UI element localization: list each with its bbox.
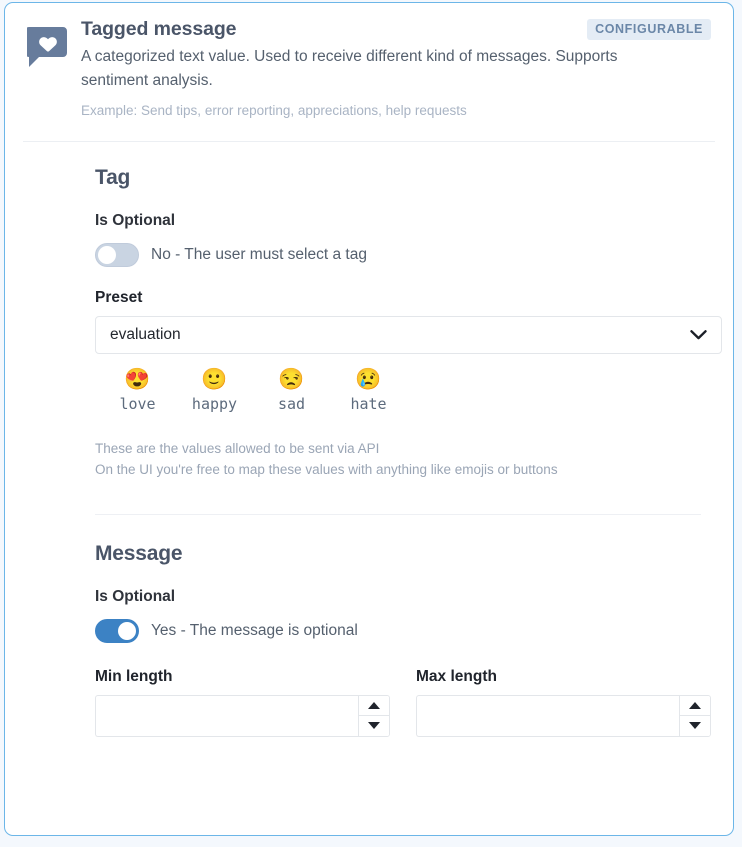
- header-description: A categorized text value. Used to receiv…: [81, 48, 618, 89]
- list-item: 😢 hate: [330, 368, 407, 413]
- helper-line-1: These are the values allowed to be sent …: [95, 440, 380, 456]
- message-is-optional-row: Yes - The message is optional: [95, 618, 711, 643]
- card-header: Tagged message CONFIGURABLE A categorize…: [5, 3, 733, 132]
- min-length-label: Min length: [95, 667, 173, 685]
- stepper-down-icon[interactable]: [359, 716, 389, 736]
- length-fields-row: Min length Max length: [95, 668, 711, 737]
- stepper-up-icon[interactable]: [680, 695, 710, 717]
- chat-bubble-heart-icon: [27, 23, 71, 67]
- message-is-optional-label: Is Optional: [95, 587, 176, 605]
- smiling-face-with-heart-eyes-emoji: 😍: [124, 367, 151, 391]
- stepper-down-icon[interactable]: [680, 716, 710, 736]
- value-label: love: [119, 394, 156, 413]
- tag-is-optional-row: No - The user must select a tag: [95, 242, 711, 267]
- tag-section: Tag Is Optional No - The user must selec…: [27, 142, 722, 737]
- toggle-knob: [98, 245, 116, 264]
- message-section-title: Message: [95, 541, 183, 565]
- list-item: 🙂 happy: [176, 368, 253, 413]
- header-example-text: Example: Send tips, error reporting, app…: [81, 103, 467, 119]
- message-section: Message Is Optional Yes - The message is…: [95, 515, 711, 737]
- tag-section-title: Tag: [95, 165, 131, 189]
- crying-face-emoji: 😢: [355, 367, 382, 391]
- page-title: Tagged message: [81, 18, 237, 40]
- min-length-input[interactable]: [95, 694, 358, 737]
- list-item: 😒 sad: [253, 368, 330, 413]
- max-length-label: Max length: [416, 667, 497, 685]
- tagged-message-card: Tagged message CONFIGURABLE A categorize…: [4, 2, 734, 836]
- value-label: happy: [191, 394, 238, 413]
- max-length-field: Max length: [416, 668, 711, 737]
- toggle-knob: [118, 621, 136, 640]
- tag-is-optional-toggle[interactable]: [95, 242, 139, 267]
- status-badge: CONFIGURABLE: [587, 19, 711, 40]
- tag-helper-text: These are the values allowed to be sent …: [95, 439, 711, 481]
- slightly-smiling-face-emoji: 🙂: [201, 367, 228, 391]
- card-body: Tag Is Optional No - The user must selec…: [5, 142, 733, 737]
- list-item: 😍 love: [99, 368, 176, 413]
- tag-is-optional-label: Is Optional: [95, 211, 176, 229]
- stepper-up-icon[interactable]: [359, 695, 389, 717]
- unamused-face-emoji: 😒: [278, 367, 305, 391]
- value-label: sad: [277, 394, 306, 413]
- preset-selected-value: evaluation: [110, 325, 181, 343]
- preset-select[interactable]: evaluation: [95, 315, 722, 354]
- chevron-down-icon: [690, 329, 707, 340]
- preset-label: Preset: [95, 288, 143, 306]
- min-length-stepper[interactable]: [358, 694, 390, 737]
- max-length-input[interactable]: [416, 694, 679, 737]
- preset-field: Preset evaluation: [95, 288, 722, 354]
- value-label: hate: [350, 394, 387, 413]
- min-length-field: Min length: [95, 668, 390, 737]
- tag-is-optional-toggle-text: No - The user must select a tag: [151, 245, 367, 263]
- preset-values-list: 😍 love 🙂 happy 😒 sad 😢 hate: [99, 368, 711, 413]
- max-length-stepper[interactable]: [679, 694, 711, 737]
- message-is-optional-toggle-text: Yes - The message is optional: [151, 621, 358, 639]
- message-is-optional-toggle[interactable]: [95, 618, 139, 643]
- helper-line-2: On the UI you're free to map these value…: [95, 461, 558, 477]
